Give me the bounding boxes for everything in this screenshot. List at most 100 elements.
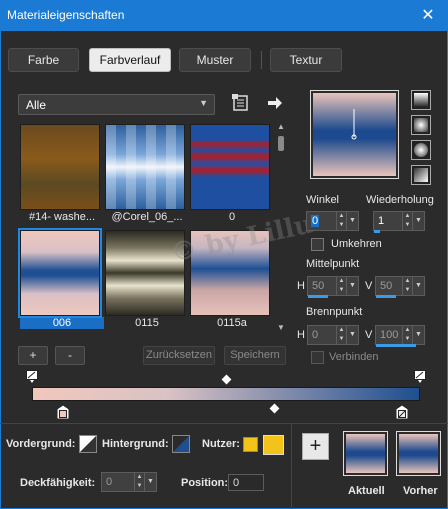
focal-h-dropdown-icon[interactable]: ▼ — [346, 326, 358, 344]
invert-label: Umkehren — [331, 238, 382, 250]
previous-preview-fill — [399, 434, 438, 473]
gradient-swatch — [18, 228, 102, 318]
previous-label: Vorher — [403, 485, 438, 497]
gradient-label: #14- washe... — [28, 211, 96, 223]
save-button[interactable]: Speichern — [224, 346, 286, 365]
invert-checkbox[interactable] — [311, 238, 324, 251]
current-preview-fill — [346, 434, 385, 473]
category-select[interactable]: Alle ▼ — [18, 94, 215, 115]
tab-textur[interactable]: Textur — [270, 48, 342, 72]
repeat-spinner[interactable]: 1 ▲ ▼ ▼ — [373, 211, 425, 233]
midpoint-h-dropdown-icon[interactable]: ▼ — [346, 277, 358, 295]
repeat-label: Wiederholung — [366, 194, 434, 206]
background-color-chip[interactable] — [172, 435, 190, 453]
current-preview[interactable] — [343, 431, 388, 476]
midpoint-v-value[interactable]: 50 — [380, 280, 392, 292]
gradient-item[interactable]: 006 — [18, 228, 104, 329]
user-color-chip-small[interactable] — [243, 437, 258, 452]
color-stop-start[interactable] — [56, 404, 70, 420]
midpoint-v-dropdown-icon[interactable]: ▼ — [412, 277, 424, 295]
angle-stepper-icon[interactable]: ▲ ▼ — [336, 212, 346, 230]
link-label: Verbinden — [329, 351, 379, 363]
opacity-stepper-icon[interactable]: ▲ ▼ — [134, 473, 144, 491]
focal-h-stepper-icon[interactable]: ▲ ▼ — [336, 326, 346, 344]
gradient-swatch — [105, 124, 185, 210]
midpoint-v-stepper-icon[interactable]: ▲ ▼ — [402, 277, 412, 295]
panel-divider — [291, 423, 292, 509]
scroll-down-icon[interactable]: ▼ — [275, 323, 287, 332]
position-label: Position: — [181, 477, 229, 489]
angle-dropdown-icon[interactable]: ▼ — [346, 212, 358, 230]
tab-muster[interactable]: Muster — [179, 48, 251, 72]
gradient-item[interactable]: #14- washe... — [20, 124, 104, 223]
repeat-value[interactable]: 1 — [378, 215, 384, 227]
repeat-dropdown-icon[interactable]: ▼ — [412, 212, 424, 230]
gradient-item[interactable]: 0 — [190, 124, 274, 223]
focal-h-spinner[interactable]: 0 ▲ ▼ ▼ — [307, 325, 359, 345]
midpoint-h-value[interactable]: 50 — [312, 280, 324, 292]
radial-style-icon[interactable] — [411, 140, 431, 160]
focal-label: Brennpunkt — [306, 306, 363, 318]
repeat-level-bar — [374, 230, 380, 233]
reset-button[interactable]: Zurücksetzen — [143, 346, 215, 365]
gradient-label: @Corel_06_... — [111, 211, 183, 223]
gradient-label: 0115 — [135, 317, 159, 329]
color-stop-end[interactable] — [395, 404, 409, 420]
opacity-spinner[interactable]: 0 ▲ ▼ ▼ — [101, 472, 157, 492]
position-value[interactable]: 0 — [233, 477, 239, 489]
sunburst-style-icon[interactable] — [411, 165, 431, 185]
focal-v-stepper-icon[interactable]: ▲ ▼ — [402, 326, 412, 344]
close-icon[interactable]: ✕ — [408, 0, 448, 31]
opacity-dropdown-icon[interactable]: ▼ — [144, 473, 156, 491]
tab-farbverlauf[interactable]: Farbverlauf — [89, 48, 171, 72]
category-select-value: Alle — [26, 98, 47, 112]
midpoint-v-label: V — [365, 280, 373, 292]
midpoint-label: Mittelpunkt — [306, 258, 360, 270]
opacity-stop-end[interactable] — [414, 370, 426, 383]
gradient-swatch — [190, 124, 270, 210]
scroll-up-icon[interactable]: ▲ — [275, 122, 287, 131]
opacity-stop-start[interactable] — [26, 370, 38, 383]
window-title: Materialeigenschaften — [7, 8, 125, 22]
arrow-right-icon[interactable] — [266, 94, 284, 112]
add-gradient-button[interactable]: + — [18, 346, 48, 365]
foreground-label: Vordergrund: — [6, 438, 76, 450]
focal-h-label: H — [297, 329, 305, 341]
previous-preview[interactable] — [396, 431, 441, 476]
midpoint-h-spinner[interactable]: 50 ▲ ▼ ▼ — [307, 276, 359, 298]
focal-v-dropdown-icon[interactable]: ▼ — [412, 326, 424, 344]
gradient-editor-bar[interactable] — [32, 387, 420, 401]
user-color-chip-large[interactable] — [263, 435, 284, 455]
gradient-label: 006 — [20, 317, 104, 329]
add-swatch-button[interactable]: + — [302, 433, 329, 460]
link-checkbox[interactable] — [311, 351, 324, 364]
midpoint-h-label: H — [297, 280, 305, 292]
gradient-item[interactable]: @Corel_06_... — [105, 124, 189, 223]
background-label: Hintergrund: — [102, 438, 169, 450]
focal-v-label: V — [365, 329, 373, 341]
linear-style-icon[interactable] — [411, 90, 431, 110]
remove-gradient-button[interactable]: - — [55, 346, 85, 365]
angle-value[interactable]: 0 — [311, 215, 320, 227]
angle-spinner[interactable]: 0 ▲ ▼ ▼ — [306, 211, 359, 231]
focal-h-value[interactable]: 0 — [312, 329, 318, 341]
position-field[interactable]: 0 — [228, 474, 264, 491]
foreground-color-chip[interactable] — [79, 435, 97, 453]
opacity-value[interactable]: 0 — [106, 476, 112, 488]
tab-separator — [261, 51, 262, 69]
focal-v-value[interactable]: 100 — [380, 329, 398, 341]
gradient-label: 0115a — [217, 317, 247, 329]
midpoint-h-stepper-icon[interactable]: ▲ ▼ — [336, 277, 346, 295]
angle-handle[interactable] — [311, 91, 400, 180]
tab-farbe[interactable]: Farbe — [8, 48, 79, 72]
midpoint-h-level-bar — [308, 295, 328, 298]
library-scrollbar[interactable]: ▲ ▼ — [275, 122, 287, 332]
current-label: Aktuell — [348, 485, 385, 497]
gradient-preview[interactable] — [310, 90, 399, 179]
book-icon[interactable] — [232, 94, 250, 112]
scroll-thumb[interactable] — [278, 136, 284, 151]
rectangular-style-icon[interactable] — [411, 115, 431, 135]
midpoint-v-spinner[interactable]: 50 ▲ ▼ ▼ — [375, 276, 425, 298]
focal-v-spinner[interactable]: 100 ▲ ▼ ▼ — [375, 325, 425, 347]
repeat-stepper-icon[interactable]: ▲ ▼ — [402, 212, 412, 230]
